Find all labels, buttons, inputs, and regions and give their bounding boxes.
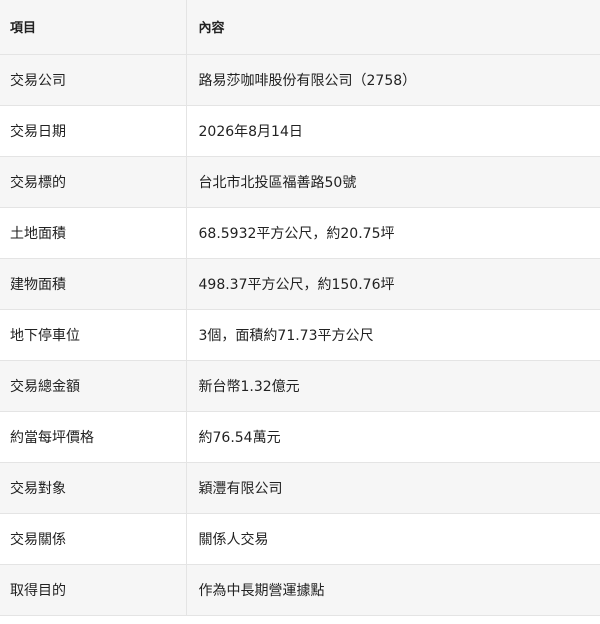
- table-row: 交易日期 2026年8月14日: [0, 105, 600, 157]
- row-value: 新台幣1.32億元: [186, 360, 600, 412]
- row-label: 交易公司: [0, 54, 187, 106]
- row-label: 交易標的: [0, 156, 187, 208]
- table-row: 交易總金額 新台幣1.32億元: [0, 360, 600, 412]
- row-label: 交易關係: [0, 513, 187, 565]
- table-row: 交易對象 穎灃有限公司: [0, 462, 600, 514]
- table-row: 交易標的 台北市北投區福善路50號: [0, 156, 600, 208]
- row-value: 作為中長期營運據點: [186, 564, 600, 616]
- row-label: 交易總金額: [0, 360, 187, 412]
- table-row: 約當每坪價格 約76.54萬元: [0, 411, 600, 463]
- row-value: 498.37平方公尺，約150.76坪: [186, 258, 600, 310]
- row-label: 建物面積: [0, 258, 187, 310]
- table-row: 建物面積 498.37平方公尺，約150.76坪: [0, 258, 600, 310]
- table-row: 土地面積 68.5932平方公尺，約20.75坪: [0, 207, 600, 259]
- table-row: 交易公司 路易莎咖啡股份有限公司（2758）: [0, 54, 600, 106]
- table-row: 地下停車位 3個，面積約71.73平方公尺: [0, 309, 600, 361]
- table-row: 交易關係 關係人交易: [0, 513, 600, 565]
- row-value: 穎灃有限公司: [186, 462, 600, 514]
- row-label: 土地面積: [0, 207, 187, 259]
- transaction-info-table: 項目 內容 交易公司 路易莎咖啡股份有限公司（2758） 交易日期 2026年8…: [0, 0, 600, 616]
- row-label: 交易日期: [0, 105, 187, 157]
- row-label: 地下停車位: [0, 309, 187, 361]
- row-value: 68.5932平方公尺，約20.75坪: [186, 207, 600, 259]
- row-label: 交易對象: [0, 462, 187, 514]
- table-row: 取得目的 作為中長期營運據點: [0, 564, 600, 616]
- table-header-row: 項目 內容: [0, 0, 600, 55]
- column-header-content: 內容: [186, 0, 600, 55]
- row-value: 3個，面積約71.73平方公尺: [186, 309, 600, 361]
- row-value: 台北市北投區福善路50號: [186, 156, 600, 208]
- row-value: 關係人交易: [186, 513, 600, 565]
- row-label: 取得目的: [0, 564, 187, 616]
- row-value: 2026年8月14日: [186, 105, 600, 157]
- row-value: 約76.54萬元: [186, 411, 600, 463]
- column-header-item: 項目: [0, 0, 187, 55]
- row-value: 路易莎咖啡股份有限公司（2758）: [186, 54, 600, 106]
- row-label: 約當每坪價格: [0, 411, 187, 463]
